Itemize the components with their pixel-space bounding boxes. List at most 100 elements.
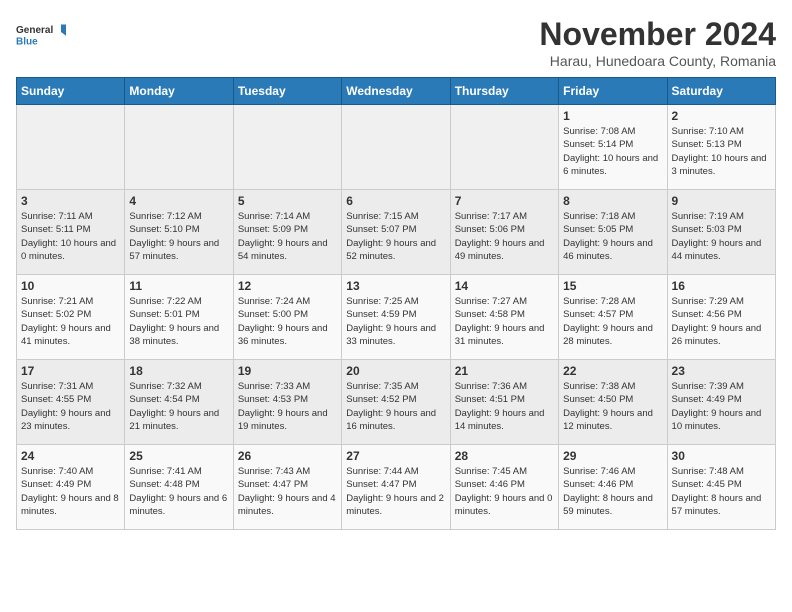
calendar-cell: 20 Sunrise: 7:35 AM Sunset: 4:52 PM Dayli… <box>342 360 450 445</box>
day-info: Sunrise: 7:19 AM Sunset: 5:03 PM Dayligh… <box>672 210 771 263</box>
calendar-cell: 5 Sunrise: 7:14 AM Sunset: 5:09 PM Daylig… <box>233 190 341 275</box>
day-number: 1 <box>563 109 662 123</box>
day-info: Sunrise: 7:11 AM Sunset: 5:11 PM Dayligh… <box>21 210 120 263</box>
header-wednesday: Wednesday <box>342 78 450 105</box>
header-saturday: Saturday <box>667 78 775 105</box>
day-number: 10 <box>21 279 120 293</box>
day-number: 25 <box>129 449 228 463</box>
calendar-cell: 8 Sunrise: 7:18 AM Sunset: 5:05 PM Daylig… <box>559 190 667 275</box>
week-row-4: 17 Sunrise: 7:31 AM Sunset: 4:55 PM Dayli… <box>17 360 776 445</box>
calendar-cell: 9 Sunrise: 7:19 AM Sunset: 5:03 PM Daylig… <box>667 190 775 275</box>
day-info: Sunrise: 7:35 AM Sunset: 4:52 PM Dayligh… <box>346 380 445 433</box>
day-info: Sunrise: 7:25 AM Sunset: 4:59 PM Dayligh… <box>346 295 445 348</box>
day-number: 22 <box>563 364 662 378</box>
week-row-1: 1 Sunrise: 7:08 AM Sunset: 5:14 PM Daylig… <box>17 105 776 190</box>
calendar-cell: 11 Sunrise: 7:22 AM Sunset: 5:01 PM Dayli… <box>125 275 233 360</box>
calendar-cell: 26 Sunrise: 7:43 AM Sunset: 4:47 PM Dayli… <box>233 445 341 530</box>
day-number: 11 <box>129 279 228 293</box>
day-number: 29 <box>563 449 662 463</box>
location-subtitle: Harau, Hunedoara County, Romania <box>539 53 776 69</box>
page-header: General Blue November 2024 Harau, Hunedo… <box>16 16 776 69</box>
day-info: Sunrise: 7:31 AM Sunset: 4:55 PM Dayligh… <box>21 380 120 433</box>
day-number: 20 <box>346 364 445 378</box>
calendar-cell <box>233 105 341 190</box>
day-number: 24 <box>21 449 120 463</box>
day-number: 8 <box>563 194 662 208</box>
day-info: Sunrise: 7:46 AM Sunset: 4:46 PM Dayligh… <box>563 465 662 518</box>
month-title: November 2024 <box>539 16 776 53</box>
day-number: 18 <box>129 364 228 378</box>
day-info: Sunrise: 7:22 AM Sunset: 5:01 PM Dayligh… <box>129 295 228 348</box>
logo: General Blue <box>16 16 66 56</box>
day-info: Sunrise: 7:29 AM Sunset: 4:56 PM Dayligh… <box>672 295 771 348</box>
day-number: 17 <box>21 364 120 378</box>
day-info: Sunrise: 7:18 AM Sunset: 5:05 PM Dayligh… <box>563 210 662 263</box>
day-info: Sunrise: 7:33 AM Sunset: 4:53 PM Dayligh… <box>238 380 337 433</box>
day-info: Sunrise: 7:08 AM Sunset: 5:14 PM Dayligh… <box>563 125 662 178</box>
day-number: 21 <box>455 364 554 378</box>
day-info: Sunrise: 7:12 AM Sunset: 5:10 PM Dayligh… <box>129 210 228 263</box>
header-sunday: Sunday <box>17 78 125 105</box>
calendar-cell: 3 Sunrise: 7:11 AM Sunset: 5:11 PM Daylig… <box>17 190 125 275</box>
day-info: Sunrise: 7:48 AM Sunset: 4:45 PM Dayligh… <box>672 465 771 518</box>
day-number: 12 <box>238 279 337 293</box>
calendar-cell: 24Sunrise: 7:40 AM Sunset: 4:49 PM Dayli… <box>17 445 125 530</box>
day-info: Sunrise: 7:43 AM Sunset: 4:47 PM Dayligh… <box>238 465 337 518</box>
calendar-cell: 6 Sunrise: 7:15 AM Sunset: 5:07 PM Daylig… <box>342 190 450 275</box>
day-info: Sunrise: 7:14 AM Sunset: 5:09 PM Dayligh… <box>238 210 337 263</box>
calendar-cell: 18 Sunrise: 7:32 AM Sunset: 4:54 PM Dayli… <box>125 360 233 445</box>
calendar-cell: 25Sunrise: 7:41 AM Sunset: 4:48 PM Dayli… <box>125 445 233 530</box>
calendar-cell: 21 Sunrise: 7:36 AM Sunset: 4:51 PM Dayli… <box>450 360 558 445</box>
calendar-cell: 29 Sunrise: 7:46 AM Sunset: 4:46 PM Dayli… <box>559 445 667 530</box>
day-info: Sunrise: 7:38 AM Sunset: 4:50 PM Dayligh… <box>563 380 662 433</box>
day-number: 28 <box>455 449 554 463</box>
day-number: 5 <box>238 194 337 208</box>
calendar-cell: 28Sunrise: 7:45 AM Sunset: 4:46 PM Dayli… <box>450 445 558 530</box>
calendar-cell <box>342 105 450 190</box>
calendar-header-row: SundayMondayTuesdayWednesdayThursdayFrid… <box>17 78 776 105</box>
calendar-cell: 30Sunrise: 7:48 AM Sunset: 4:45 PM Dayli… <box>667 445 775 530</box>
calendar-cell <box>125 105 233 190</box>
week-row-5: 24Sunrise: 7:40 AM Sunset: 4:49 PM Dayli… <box>17 445 776 530</box>
calendar-cell: 23 Sunrise: 7:39 AM Sunset: 4:49 PM Dayli… <box>667 360 775 445</box>
day-info: Sunrise: 7:36 AM Sunset: 4:51 PM Dayligh… <box>455 380 554 433</box>
day-number: 19 <box>238 364 337 378</box>
day-info: Sunrise: 7:27 AM Sunset: 4:58 PM Dayligh… <box>455 295 554 348</box>
day-info: Sunrise: 7:24 AM Sunset: 5:00 PM Dayligh… <box>238 295 337 348</box>
day-number: 16 <box>672 279 771 293</box>
calendar-cell: 1 Sunrise: 7:08 AM Sunset: 5:14 PM Daylig… <box>559 105 667 190</box>
day-info: Sunrise: 7:10 AM Sunset: 5:13 PM Dayligh… <box>672 125 771 178</box>
week-row-3: 10 Sunrise: 7:21 AM Sunset: 5:02 PM Dayli… <box>17 275 776 360</box>
logo-svg: General Blue <box>16 16 66 56</box>
day-number: 26 <box>238 449 337 463</box>
calendar-cell: 19 Sunrise: 7:33 AM Sunset: 4:53 PM Dayli… <box>233 360 341 445</box>
day-info: Sunrise: 7:17 AM Sunset: 5:06 PM Dayligh… <box>455 210 554 263</box>
day-info: Sunrise: 7:32 AM Sunset: 4:54 PM Dayligh… <box>129 380 228 433</box>
day-info: Sunrise: 7:44 AM Sunset: 4:47 PM Dayligh… <box>346 465 445 518</box>
calendar-cell: 4 Sunrise: 7:12 AM Sunset: 5:10 PM Daylig… <box>125 190 233 275</box>
day-number: 13 <box>346 279 445 293</box>
day-number: 27 <box>346 449 445 463</box>
day-number: 3 <box>21 194 120 208</box>
header-monday: Monday <box>125 78 233 105</box>
week-row-2: 3 Sunrise: 7:11 AM Sunset: 5:11 PM Daylig… <box>17 190 776 275</box>
calendar-cell: 12 Sunrise: 7:24 AM Sunset: 5:00 PM Dayli… <box>233 275 341 360</box>
day-number: 2 <box>672 109 771 123</box>
calendar-cell: 7Sunrise: 7:17 AM Sunset: 5:06 PM Daylig… <box>450 190 558 275</box>
day-number: 23 <box>672 364 771 378</box>
calendar-cell <box>450 105 558 190</box>
calendar-cell: 17 Sunrise: 7:31 AM Sunset: 4:55 PM Dayli… <box>17 360 125 445</box>
day-info: Sunrise: 7:15 AM Sunset: 5:07 PM Dayligh… <box>346 210 445 263</box>
day-info: Sunrise: 7:39 AM Sunset: 4:49 PM Dayligh… <box>672 380 771 433</box>
day-number: 14 <box>455 279 554 293</box>
day-number: 9 <box>672 194 771 208</box>
day-info: Sunrise: 7:28 AM Sunset: 4:57 PM Dayligh… <box>563 295 662 348</box>
header-tuesday: Tuesday <box>233 78 341 105</box>
header-friday: Friday <box>559 78 667 105</box>
calendar-cell: 15Sunrise: 7:28 AM Sunset: 4:57 PM Dayli… <box>559 275 667 360</box>
calendar-cell: 13 Sunrise: 7:25 AM Sunset: 4:59 PM Dayli… <box>342 275 450 360</box>
day-info: Sunrise: 7:21 AM Sunset: 5:02 PM Dayligh… <box>21 295 120 348</box>
day-number: 4 <box>129 194 228 208</box>
day-number: 6 <box>346 194 445 208</box>
calendar-cell: 14 Sunrise: 7:27 AM Sunset: 4:58 PM Dayli… <box>450 275 558 360</box>
